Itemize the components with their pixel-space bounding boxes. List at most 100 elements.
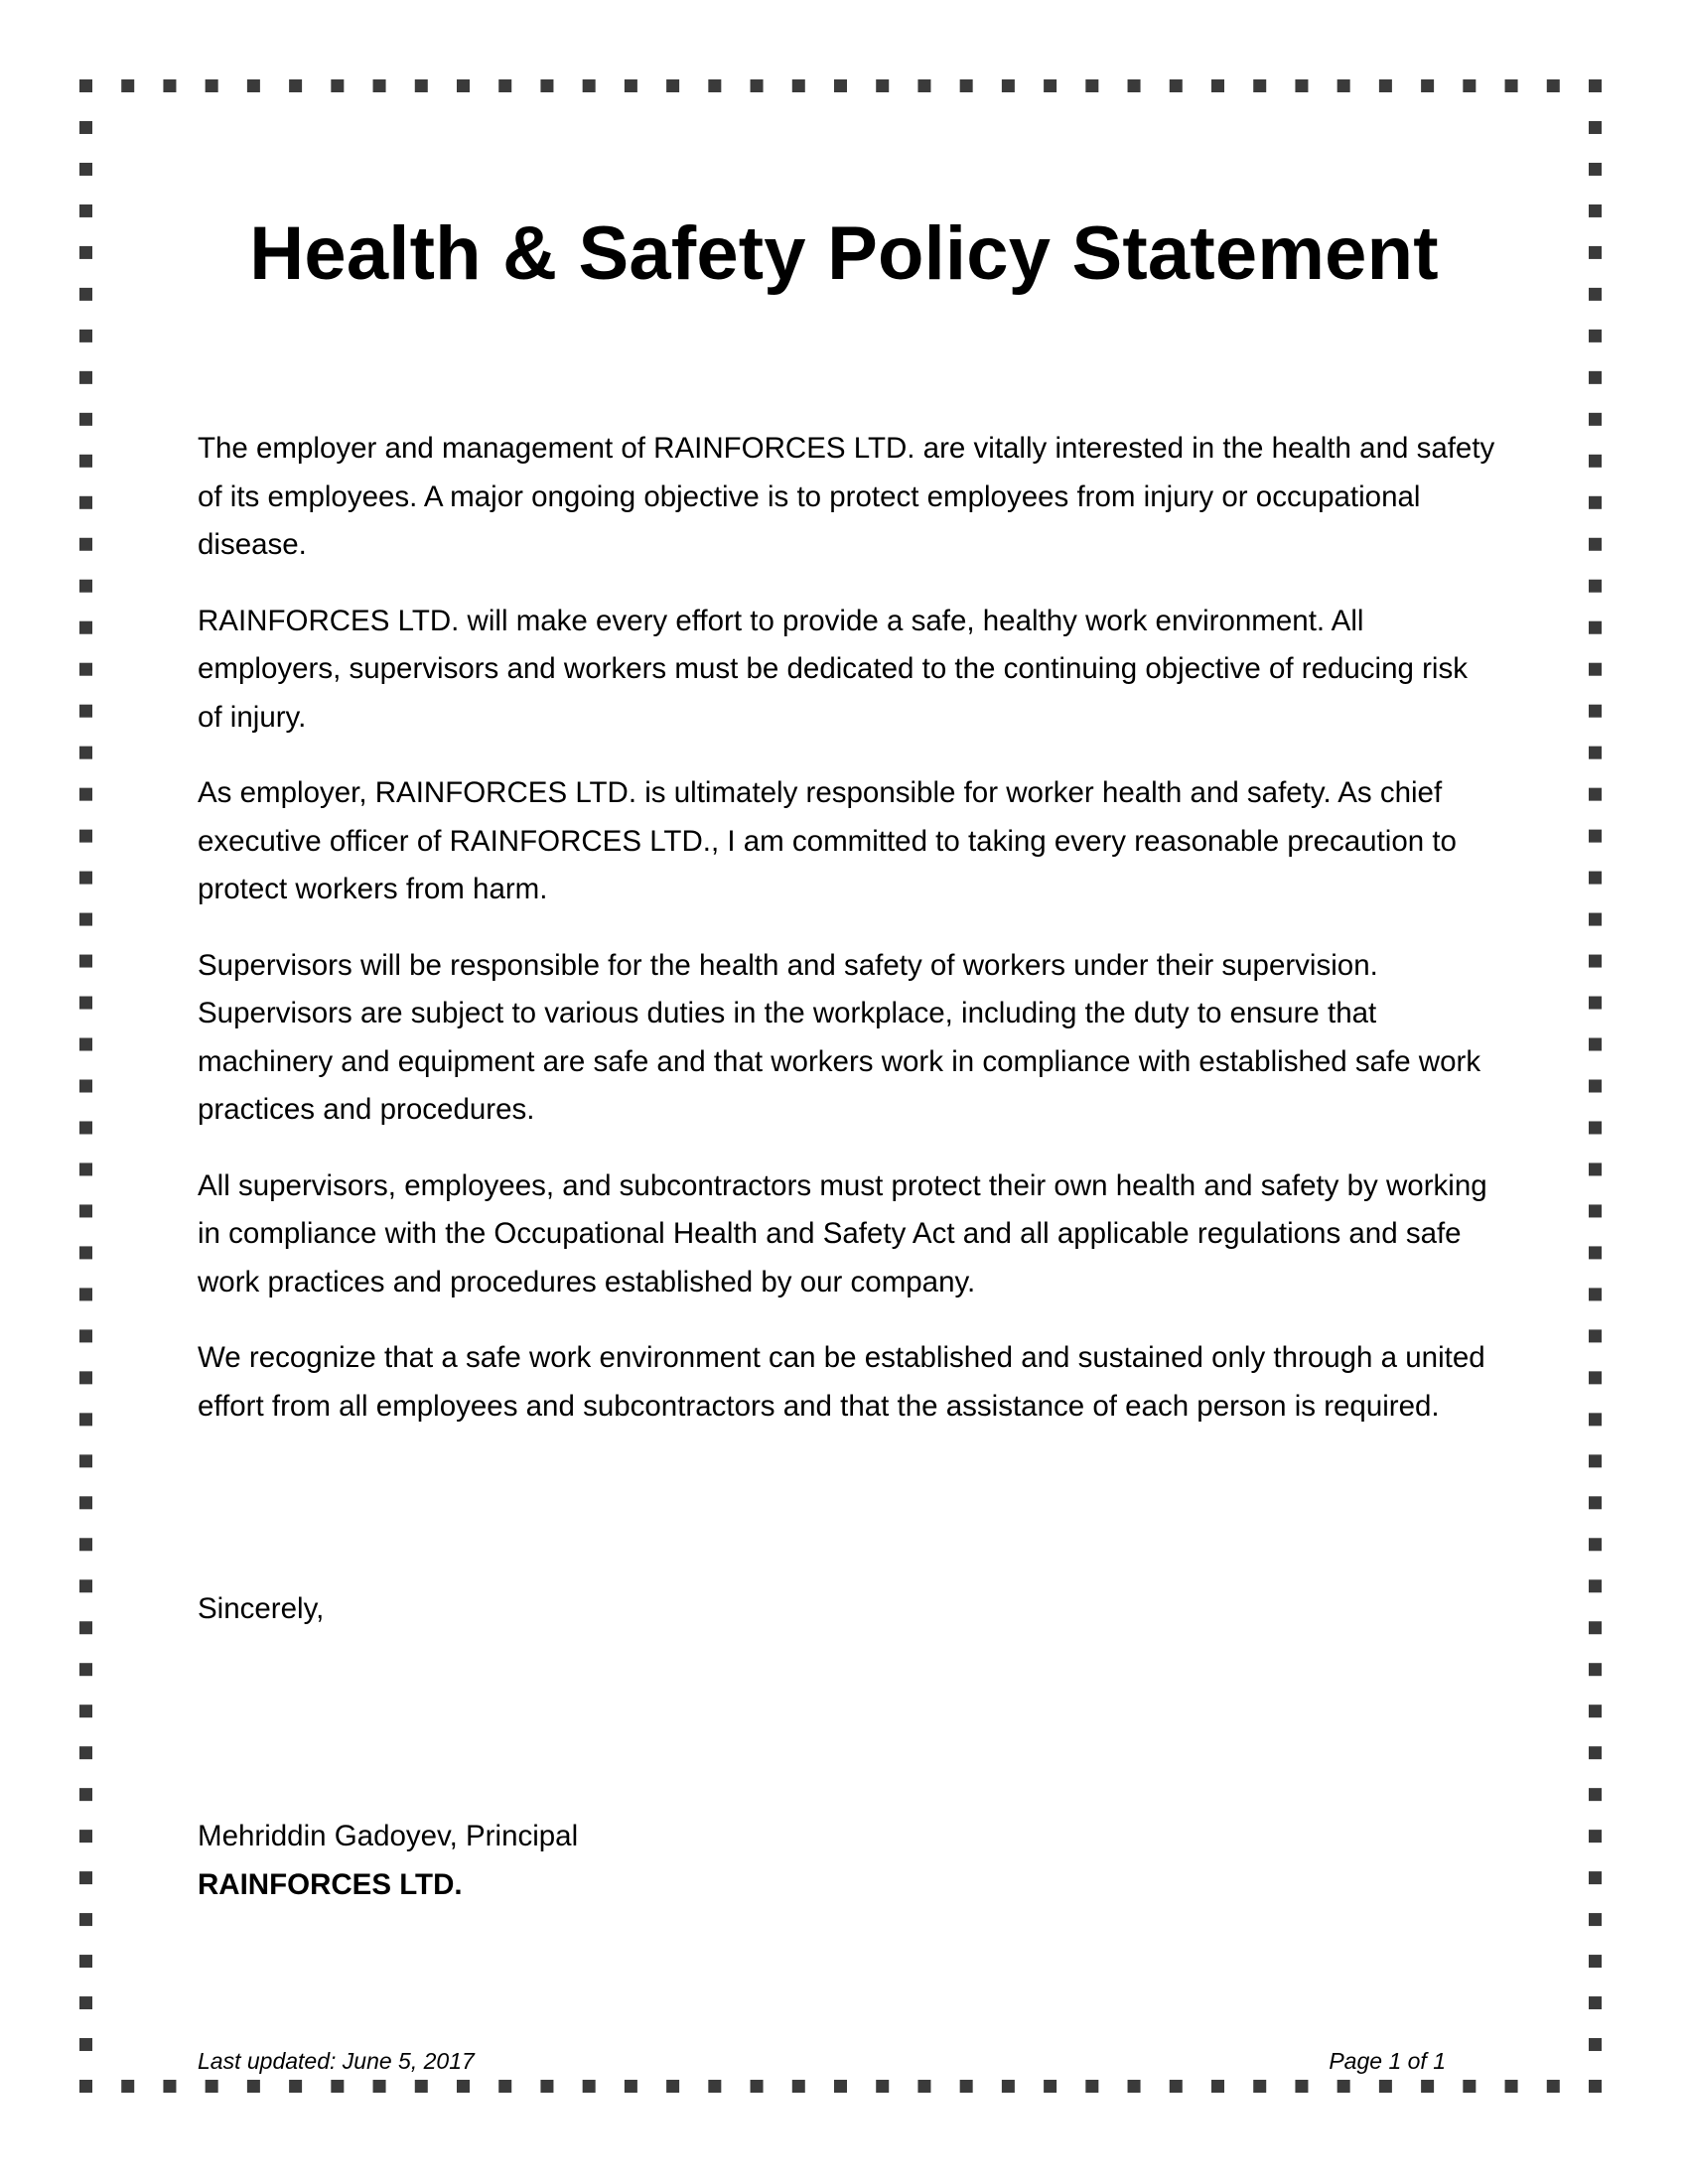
border-dot — [79, 1871, 92, 1885]
border-dot — [1589, 1579, 1602, 1593]
border-dot — [1589, 1621, 1602, 1635]
border-dot — [246, 79, 260, 92]
border-dot — [121, 79, 135, 92]
signature-block: Mehriddin Gadoyev, Principal RAINFORCES … — [198, 1813, 578, 1909]
border-dot — [79, 1705, 92, 1718]
border-dot — [1589, 1746, 1602, 1760]
border-dot — [1336, 2080, 1350, 2093]
border-dot — [1169, 79, 1183, 92]
border-dot — [1127, 79, 1141, 92]
border-dot — [79, 912, 92, 926]
border-dot — [959, 79, 973, 92]
border-dot — [1589, 537, 1602, 551]
page-title: Health & Safety Policy Statement — [249, 211, 1439, 296]
border-dot — [1504, 2080, 1518, 2093]
border-dot — [1589, 704, 1602, 718]
border-dot — [79, 162, 92, 176]
last-updated-date: Last updated: June 5, 2017 — [198, 2048, 475, 2074]
border-dot — [79, 1996, 92, 2010]
border-dot — [666, 2080, 680, 2093]
border-dot — [79, 2038, 92, 2052]
border-dot — [876, 79, 890, 92]
border-dot — [79, 1413, 92, 1427]
border-dot — [1589, 329, 1602, 342]
border-dot — [457, 79, 470, 92]
paragraph-supervisors: Supervisors will be responsible for the … — [198, 948, 1481, 1127]
border-dot — [79, 495, 92, 509]
border-dot — [1589, 1996, 1602, 2010]
border-dot — [1001, 79, 1015, 92]
border-dot — [79, 1288, 92, 1301]
paragraph-compliance: All supervisors, employees, and subcontr… — [198, 1168, 1487, 1298]
border-dot — [79, 1121, 92, 1135]
border-dot — [1589, 1788, 1602, 1802]
paragraph-intro: The employer and management of RAINFORCE… — [198, 432, 1495, 561]
border-dot — [163, 79, 177, 92]
border-dot — [1589, 579, 1602, 593]
border-dot — [79, 996, 92, 1010]
border-dot — [79, 871, 92, 885]
border-dot — [1127, 2080, 1141, 2093]
border-dot — [79, 329, 92, 342]
border-dot — [1589, 829, 1602, 843]
border-dot — [331, 2080, 345, 2093]
border-dot — [1589, 620, 1602, 634]
signer-name: Mehriddin Gadoyev, Principal — [198, 1820, 579, 1852]
border-dot — [163, 2080, 177, 2093]
border-dot — [624, 79, 637, 92]
border-dot — [79, 1538, 92, 1552]
border-dot — [372, 79, 386, 92]
border-dot — [834, 79, 847, 92]
border-dot — [79, 1204, 92, 1218]
border-dot — [79, 1037, 92, 1051]
border-dot — [959, 2080, 973, 2093]
border-dot — [79, 1955, 92, 1969]
border-dot — [79, 1830, 92, 1843]
border-dot — [1211, 2080, 1224, 2093]
border-dot — [1589, 871, 1602, 885]
border-dot — [1589, 1871, 1602, 1885]
company-name: RAINFORCES LTD. — [198, 1867, 463, 1901]
border-dot — [1589, 1955, 1602, 1969]
border-dot — [876, 2080, 890, 2093]
border-dot — [79, 1746, 92, 1760]
border-dot — [917, 79, 931, 92]
border-dot — [1589, 2038, 1602, 2052]
border-dot — [79, 412, 92, 426]
border-dot — [917, 2080, 931, 2093]
border-dot — [1589, 454, 1602, 468]
border-dot — [1589, 1288, 1602, 1301]
border-dot — [79, 1913, 92, 1927]
border-dot — [1589, 1663, 1602, 1677]
page-number: Page 1 of 1 — [1329, 2048, 1446, 2074]
border-dot — [1001, 2080, 1015, 2093]
border-dot — [246, 2080, 260, 2093]
border-dot — [79, 579, 92, 593]
border-dot — [1589, 996, 1602, 1010]
border-dot — [1085, 2080, 1099, 2093]
border-dot — [205, 79, 218, 92]
border-dot — [79, 787, 92, 801]
border-dot — [1589, 495, 1602, 509]
border-dot — [666, 79, 680, 92]
border-dot — [79, 1496, 92, 1510]
border-dot — [331, 79, 345, 92]
border-dot — [1589, 120, 1602, 134]
border-dot — [79, 620, 92, 634]
border-dot — [1589, 1538, 1602, 1552]
border-dot — [289, 2080, 303, 2093]
border-dot — [1295, 2080, 1309, 2093]
border-dot — [79, 1579, 92, 1593]
border-dot — [582, 79, 596, 92]
border-dot — [1589, 1371, 1602, 1385]
border-dot — [1589, 1496, 1602, 1510]
border-dot — [79, 2080, 92, 2093]
border-dot — [457, 2080, 470, 2093]
border-dot — [498, 2080, 512, 2093]
border-dot — [1589, 1204, 1602, 1218]
document-page: Health & Safety Policy Statement The emp… — [0, 0, 1688, 2184]
border-dot — [79, 454, 92, 468]
border-dot — [1589, 1454, 1602, 1468]
border-dot — [708, 79, 722, 92]
border-dot — [1589, 1913, 1602, 1927]
